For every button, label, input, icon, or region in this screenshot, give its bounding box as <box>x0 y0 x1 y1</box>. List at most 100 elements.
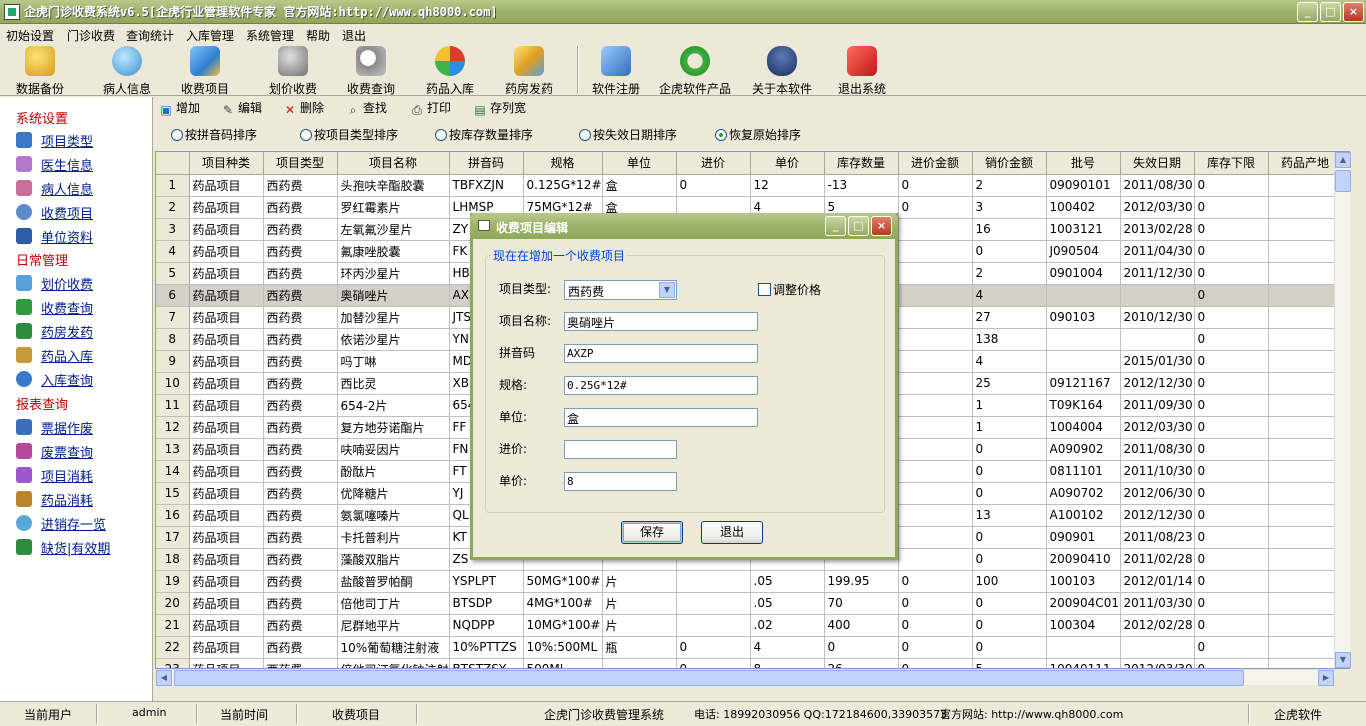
table-cell[interactable]: 西药费 <box>263 240 338 263</box>
table-cell[interactable] <box>1268 394 1343 417</box>
table-cell[interactable] <box>1268 592 1343 615</box>
scroll-thumb[interactable] <box>174 670 1244 686</box>
table-cell[interactable]: 药品项目 <box>189 218 264 241</box>
table-cell[interactable]: 2 <box>972 262 1047 285</box>
table-cell[interactable]: 0 <box>972 526 1047 549</box>
table-cell[interactable]: 西药费 <box>263 438 338 461</box>
table-cell[interactable]: 4 <box>972 350 1047 373</box>
table-cell[interactable] <box>676 570 751 593</box>
table-cell[interactable]: 头孢呋辛酯胶囊 <box>337 174 450 197</box>
column-header[interactable]: 拼音码 <box>449 152 524 175</box>
table-cell[interactable] <box>1268 284 1343 307</box>
edit-button[interactable]: ✎ 编辑 <box>221 99 262 117</box>
table-cell[interactable]: 西药费 <box>263 174 338 197</box>
table-cell[interactable]: 奥硝唑片 <box>337 284 450 307</box>
row-number[interactable]: 8 <box>156 328 190 351</box>
table-cell[interactable]: 0 <box>898 592 973 615</box>
table-cell[interactable]: 片 <box>602 592 677 615</box>
row-number[interactable]: 6 <box>156 284 190 307</box>
table-cell[interactable]: 西药费 <box>263 372 338 395</box>
table-cell[interactable]: 2011/03/30 <box>1120 592 1195 615</box>
save-button[interactable]: 保存 <box>621 521 683 544</box>
pinyin-field[interactable]: AXZP <box>564 344 758 363</box>
table-cell[interactable]: 氟康唑胶囊 <box>337 240 450 263</box>
print-button[interactable]: ⎙ 打印 <box>410 99 451 117</box>
table-cell[interactable]: 药品项目 <box>189 284 264 307</box>
menu-init-settings[interactable]: 初始设置 <box>6 27 54 44</box>
row-number[interactable]: 16 <box>156 504 190 527</box>
table-cell[interactable]: 藻酸双脂片 <box>337 548 450 571</box>
table-cell[interactable] <box>1120 636 1195 659</box>
table-cell[interactable]: 0 <box>1194 614 1269 637</box>
dialog-minimize-button[interactable]: _ <box>825 216 846 236</box>
table-cell[interactable] <box>898 306 973 329</box>
table-cell[interactable] <box>898 482 973 505</box>
table-cell[interactable]: 0 <box>1194 218 1269 241</box>
sort-restore-radio[interactable]: 恢复原始排序 <box>715 126 801 143</box>
table-cell[interactable]: 0 <box>1194 548 1269 571</box>
row-number[interactable]: 12 <box>156 416 190 439</box>
table-cell[interactable]: 0 <box>1194 504 1269 527</box>
table-cell[interactable] <box>898 284 973 307</box>
table-cell[interactable]: 盐酸普罗帕酮 <box>337 570 450 593</box>
column-header[interactable]: 项目种类 <box>189 152 264 175</box>
table-cell[interactable]: 0 <box>1194 262 1269 285</box>
table-cell[interactable]: 0 <box>898 636 973 659</box>
table-cell[interactable] <box>1268 372 1343 395</box>
column-header[interactable]: 进价金额 <box>898 152 973 175</box>
table-cell[interactable]: 0 <box>1194 394 1269 417</box>
table-cell[interactable]: BTSTZSY <box>449 658 524 668</box>
table-cell[interactable]: 0 <box>972 548 1047 571</box>
table-cell[interactable]: 0 <box>1194 240 1269 263</box>
table-cell[interactable]: 0901004 <box>1046 262 1121 285</box>
row-number[interactable]: 7 <box>156 306 190 329</box>
table-cell[interactable]: A090702 <box>1046 482 1121 505</box>
table-cell[interactable]: 16 <box>972 218 1047 241</box>
table-cell[interactable]: 2010/12/30 <box>1120 306 1195 329</box>
table-cell[interactable] <box>1268 196 1343 219</box>
table-cell[interactable]: 0 <box>898 570 973 593</box>
row-number[interactable]: 2 <box>156 196 190 219</box>
table-cell[interactable]: 2015/01/30 <box>1120 350 1195 373</box>
table-cell[interactable]: 0 <box>972 482 1047 505</box>
table-cell[interactable]: 药品项目 <box>189 416 264 439</box>
table-cell[interactable]: 西药费 <box>263 460 338 483</box>
table-cell[interactable]: 2012/12/30 <box>1120 372 1195 395</box>
table-cell[interactable]: 09121167 <box>1046 372 1121 395</box>
table-cell[interactable]: 药品项目 <box>189 262 264 285</box>
table-cell[interactable]: 090901 <box>1046 526 1121 549</box>
table-cell[interactable]: 药品项目 <box>189 592 264 615</box>
table-cell[interactable]: 片 <box>602 614 677 637</box>
table-cell[interactable]: 0 <box>1194 416 1269 439</box>
table-cell[interactable]: .05 <box>750 570 825 593</box>
table-cell[interactable]: 10MG*100# <box>523 614 603 637</box>
table-cell[interactable]: 10%:500ML <box>523 636 603 659</box>
column-header[interactable]: 批号 <box>1046 152 1121 175</box>
table-cell[interactable]: 0 <box>1194 350 1269 373</box>
table-cell[interactable]: 0 <box>1194 570 1269 593</box>
table-cell[interactable]: 4 <box>972 284 1047 307</box>
table-cell[interactable]: 西药费 <box>263 548 338 571</box>
table-cell[interactable]: 2011/08/23 <box>1120 526 1195 549</box>
table-cell[interactable] <box>1268 460 1343 483</box>
table-cell[interactable] <box>898 416 973 439</box>
table-cell[interactable]: 4MG*100# <box>523 592 603 615</box>
table-cell[interactable]: 3 <box>972 196 1047 219</box>
add-button[interactable]: ▣ 增加 <box>159 99 200 117</box>
table-cell[interactable]: 0 <box>1194 482 1269 505</box>
maximize-button[interactable]: □ <box>1320 2 1341 22</box>
table-cell[interactable] <box>1268 218 1343 241</box>
table-cell[interactable] <box>1268 504 1343 527</box>
table-cell[interactable]: 0 <box>676 658 751 668</box>
table-cell[interactable]: 2012/03/30 <box>1120 196 1195 219</box>
scroll-down-icon[interactable]: ▼ <box>1335 652 1351 668</box>
sort-expiry-radio[interactable]: 按失效日期排序 <box>579 126 677 143</box>
table-cell[interactable]: 2011/08/30 <box>1120 174 1195 197</box>
table-cell[interactable]: 100103 <box>1046 570 1121 593</box>
table-cell[interactable] <box>1268 306 1343 329</box>
sort-pinyin-radio[interactable]: 按拼音码排序 <box>171 126 257 143</box>
table-cell[interactable]: 2011/12/30 <box>1120 262 1195 285</box>
table-cell[interactable] <box>676 592 751 615</box>
name-field[interactable]: 奥硝唑片 <box>564 312 758 331</box>
table-cell[interactable]: 西药费 <box>263 350 338 373</box>
